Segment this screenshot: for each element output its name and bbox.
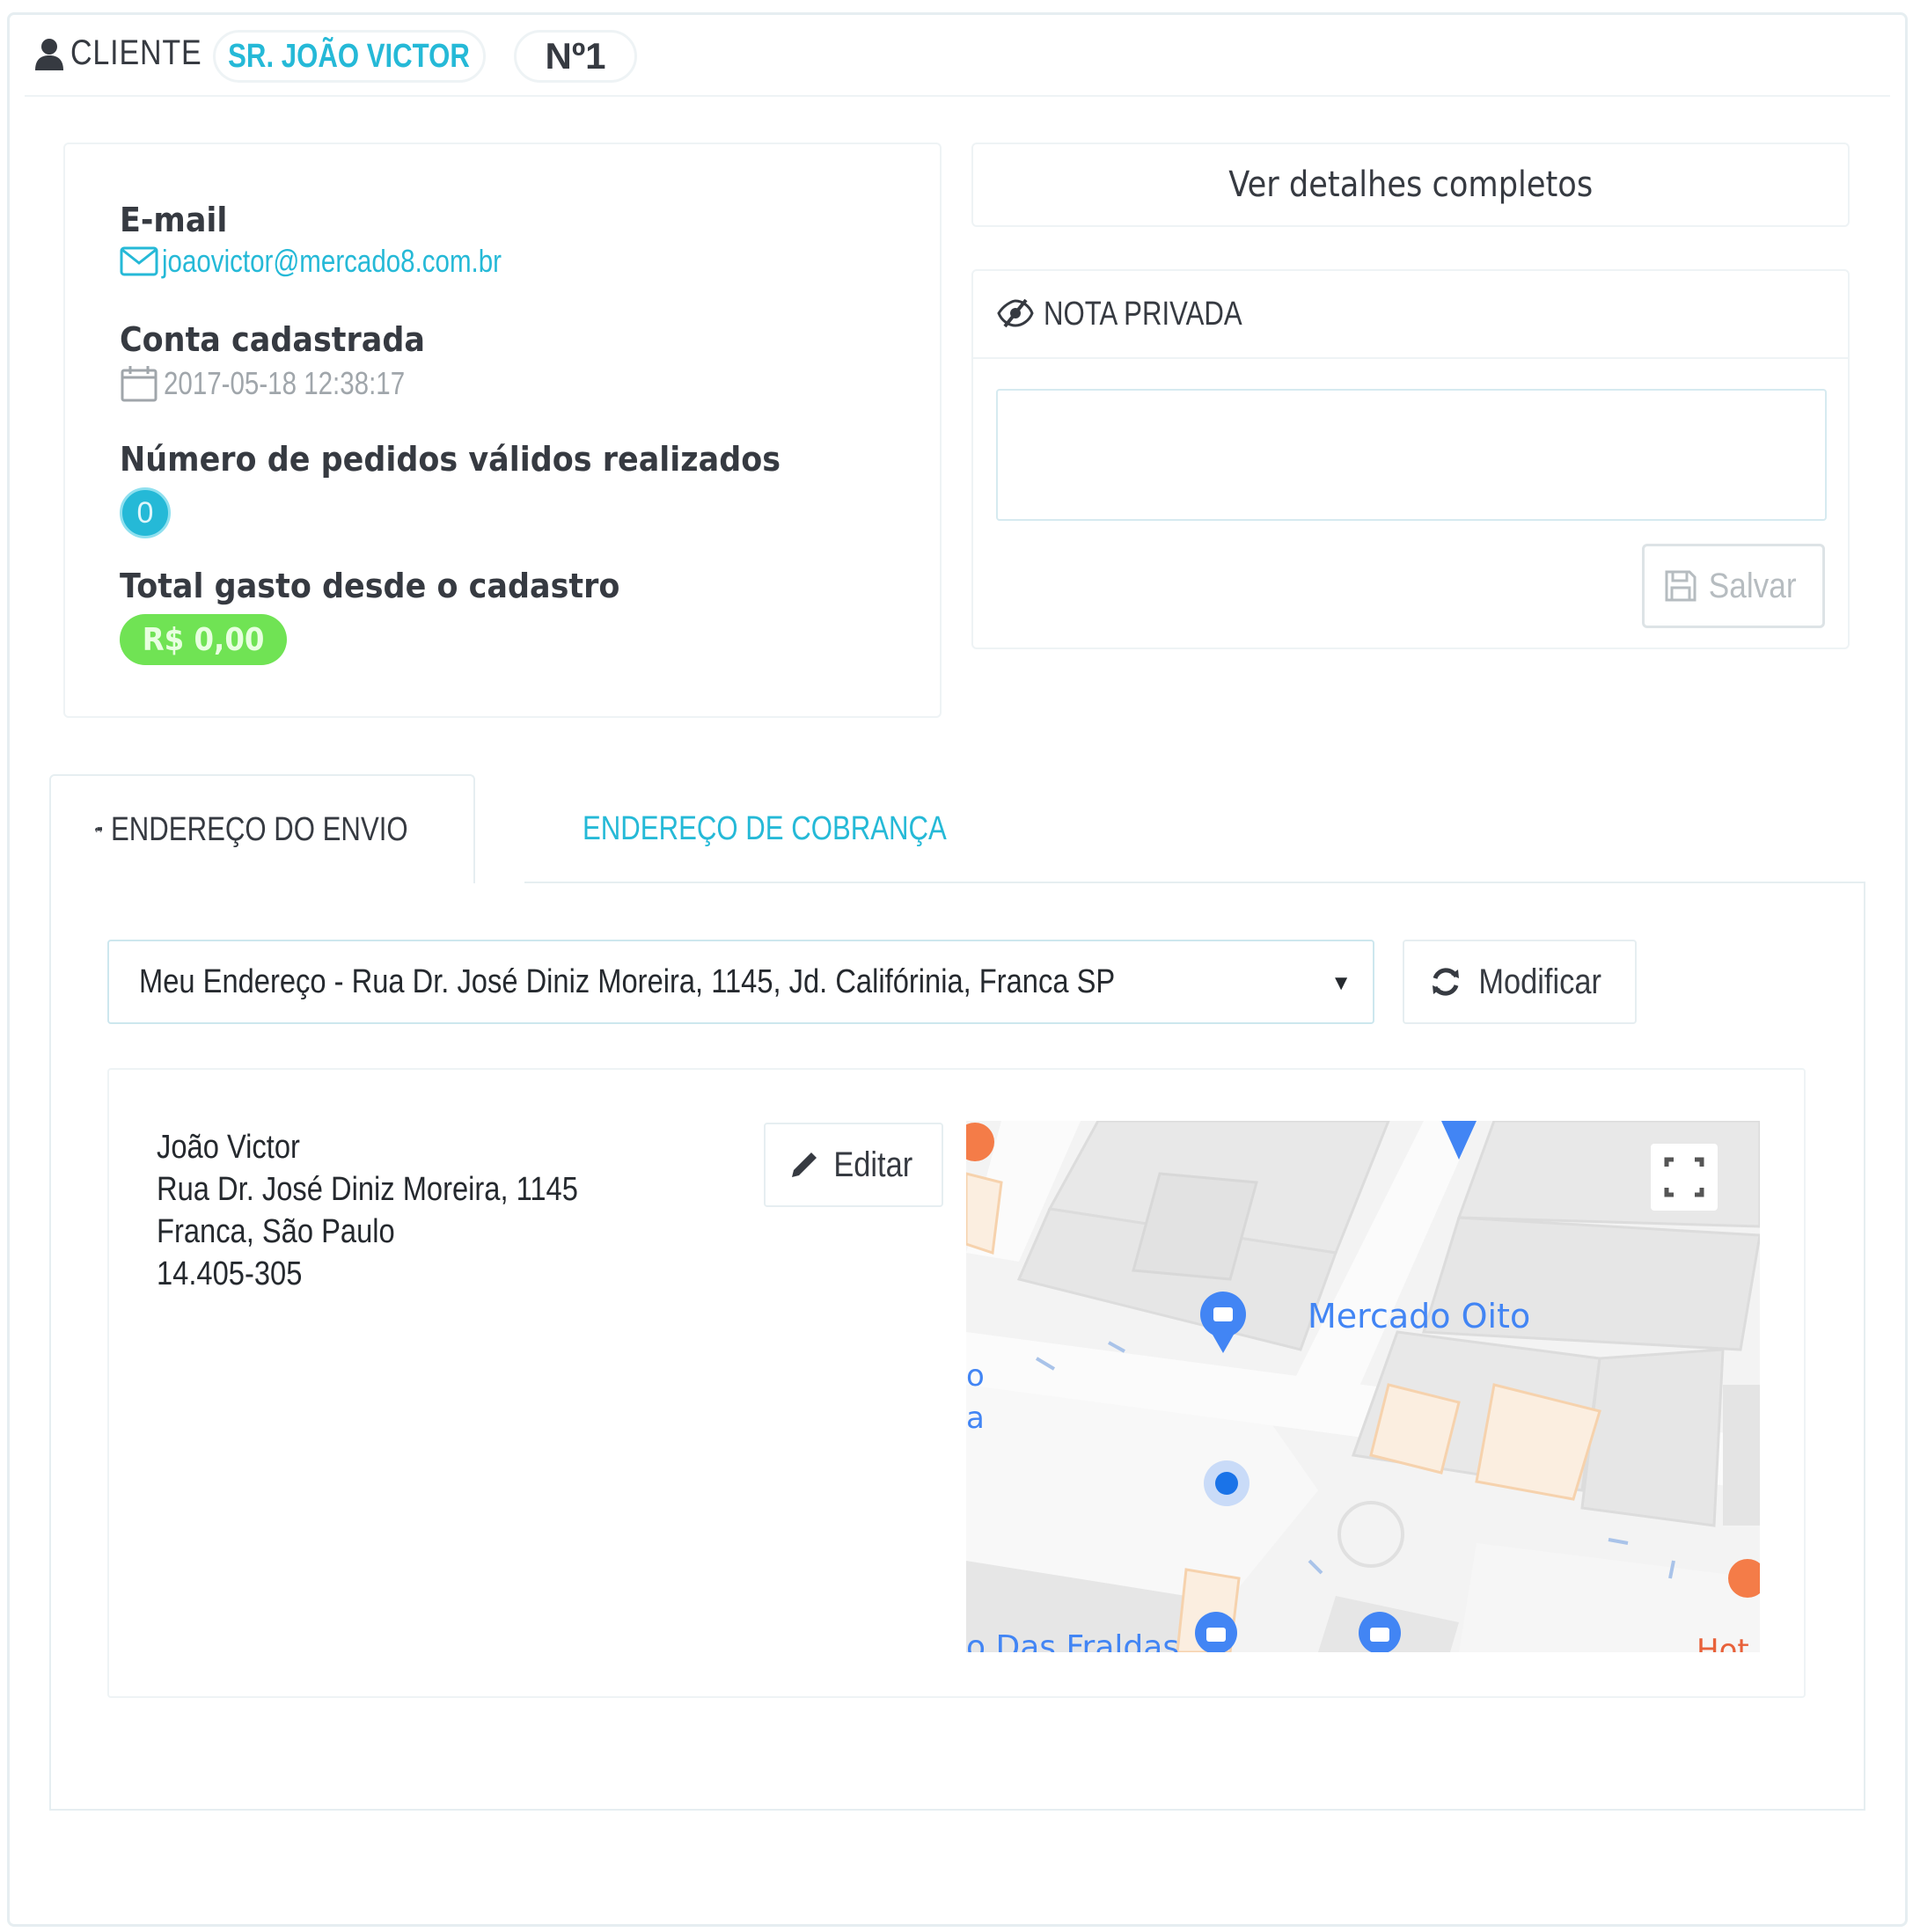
orders-count-badge: 0 [120,487,171,538]
total-spent-badge: R$ 0,00 [120,614,288,665]
chevron-down-icon: ▼ [1330,971,1352,995]
email-link[interactable]: joaovictor@mercado8.com.br [120,243,576,280]
refresh-icon [1432,968,1459,996]
address-map[interactable]: Mercado Oito o Das Fraldas o a Hot [966,1121,1760,1652]
address-block: João Victor Rua Dr. José Diniz Moreira, … [157,1126,647,1295]
private-note-title: NOTA PRIVADA [1044,296,1242,333]
orders-label: Número de pedidos válidos realizados [120,440,781,479]
map-label-edge-3: Hot [1696,1633,1749,1652]
customer-header: CLIENTE SR. JOÃO VICTOR Nº1 [25,18,1890,97]
address-zip: 14.405-305 [157,1255,303,1292]
registered-label: Conta cadastrada [120,320,425,359]
truck-icon [95,827,103,833]
customer-page: CLIENTE SR. JOÃO VICTOR Nº1 E-mail joaov… [0,0,1920,1932]
save-note-button[interactable]: Salvar [1642,544,1825,628]
address-name: João Victor [157,1129,300,1166]
email-label: E-mail [120,201,228,239]
registered-date: 2017-05-18 12:38:17 [120,364,458,403]
header-title: CLIENTE [70,33,202,72]
floppy-disk-icon [1665,570,1696,602]
customer-info-card: E-mail joaovictor@mercado8.com.br Conta … [63,143,942,718]
pencil-icon [791,1153,817,1177]
map-label-mercado-oito: Mercado Oito [1308,1297,1531,1336]
edit-address-button[interactable]: Editar [764,1123,943,1207]
tab-billing-address[interactable]: ENDEREÇO DE COBRANÇA [524,774,1017,883]
address-select[interactable]: Meu Endereço - Rua Dr. José Diniz Moreir… [107,940,1374,1024]
map-label-edge-1: o [966,1358,985,1394]
address-street: Rua Dr. José Diniz Moreira, 1145 [157,1171,578,1208]
map-label-fraldas: o Das Fraldas [966,1629,1180,1652]
address-city: Franca, São Paulo [157,1213,395,1250]
customer-number-badge: Nº1 [514,30,637,83]
user-icon [35,39,63,70]
shipping-address-card: João Victor Rua Dr. José Diniz Moreira, … [107,1068,1806,1698]
private-note-textarea[interactable] [996,389,1827,521]
envelope-icon [120,246,158,276]
map-label-edge-2: a [966,1401,985,1436]
eye-slash-icon [997,298,1034,328]
private-note-card: NOTA PRIVADA Salvar [971,269,1850,649]
map-canvas [966,1121,1760,1652]
view-details-button[interactable]: Ver detalhes completos [971,143,1850,227]
calendar-icon [121,366,158,402]
modify-address-button[interactable]: Modificar [1403,940,1637,1024]
customer-name-badge: SR. JOÃO VICTOR [213,30,486,83]
tab-shipping-address[interactable]: ENDEREÇO DO ENVIO [49,774,475,883]
spent-label: Total gasto desde o cadastro [120,567,620,605]
private-note-header: NOTA PRIVADA [973,271,1848,359]
fullscreen-icon[interactable] [1651,1144,1718,1211]
